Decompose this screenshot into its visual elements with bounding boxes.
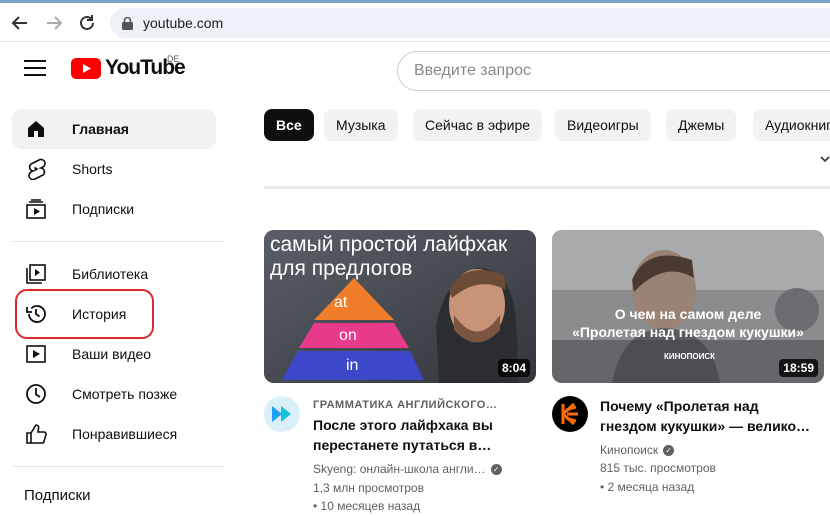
- sidebar-item-home[interactable]: Главная: [12, 109, 216, 149]
- browser-toolbar: youtube.com: [0, 0, 830, 42]
- thumbnail-text-line: самый простой лайфхак: [270, 233, 508, 256]
- youtube-play-icon: [71, 57, 101, 79]
- liked-icon: [24, 422, 48, 446]
- channel-name[interactable]: Кинопоиск ✓: [600, 441, 675, 459]
- youtube-logo[interactable]: YouTube DE: [71, 54, 186, 80]
- view-count: 1,3 млн просмотров: [313, 481, 424, 495]
- channel-name-text: Skyeng: онлайн-школа англи…: [313, 462, 486, 476]
- sidebar-section-heading: Подписки: [24, 487, 91, 504]
- sidebar-item-subscriptions[interactable]: Подписки: [12, 189, 216, 229]
- sidebar-item-your-videos[interactable]: Ваши видео: [12, 334, 216, 374]
- sidebar-item-label: Смотреть позже: [72, 386, 178, 402]
- sidebar-item-shorts[interactable]: Shorts: [12, 149, 216, 189]
- verified-icon: ✓: [663, 445, 675, 457]
- upload-age: • 10 месяцев назад: [313, 499, 421, 513]
- library-icon: [24, 262, 48, 286]
- verified-icon: ✓: [490, 464, 502, 476]
- video-title-line: гнездом кукушки» — велико…: [600, 418, 811, 434]
- thumbnail-text-line: «Пролетая над гнездом кукушки»: [572, 324, 804, 340]
- country-code: DE: [167, 54, 180, 64]
- thumbnail-text-line: для предлогов: [270, 257, 413, 280]
- chips-divider: [264, 186, 830, 189]
- channel-avatar[interactable]: [552, 396, 588, 432]
- sidebar-item-label: Библиотека: [72, 266, 149, 282]
- chevron-down-icon[interactable]: [820, 150, 830, 168]
- video-duration: 18:59: [779, 359, 818, 377]
- sidebar-item-label: Главная: [72, 121, 129, 137]
- masthead: YouTube DE Введите запрос: [0, 42, 830, 100]
- sidebar-item-liked[interactable]: Понравившиеся: [12, 414, 216, 454]
- url-text: youtube.com: [143, 15, 224, 31]
- video-duration: 8:04: [497, 359, 530, 377]
- channel-avatar[interactable]: [264, 396, 300, 432]
- channel-topic-label[interactable]: ГРАММАТИКА АНГЛИЙСКОГО…: [313, 396, 497, 414]
- skyeng-logo-icon: [272, 406, 291, 422]
- pyramid-label: in: [346, 357, 359, 374]
- lock-icon: [122, 16, 133, 30]
- back-icon[interactable]: [8, 11, 32, 35]
- thumbnail-caption: самый простой лайфхак для предлогов: [270, 233, 507, 281]
- chip-videogames[interactable]: Видеоигры: [555, 109, 651, 141]
- search-placeholder: Введите запрос: [414, 62, 531, 79]
- thumbnail-caption: О чем на самом деле «Пролетая над гнездо…: [552, 305, 824, 341]
- sidebar-item-label: Подписки: [72, 201, 135, 217]
- kinopoisk-logo-icon: [561, 402, 578, 426]
- menu-icon[interactable]: [24, 60, 46, 78]
- video-title-line: перестанете путаться в…: [313, 437, 492, 453]
- chip-all[interactable]: Все: [264, 109, 314, 141]
- view-count: 815 тыс. просмотров: [600, 461, 716, 475]
- video-title-line: После этого лайфхака вы: [313, 417, 493, 433]
- sidebar-item-label: Ваши видео: [72, 346, 152, 362]
- chip-audiobooks[interactable]: Аудиокниги: [753, 109, 830, 141]
- search-input[interactable]: Введите запрос: [397, 51, 830, 91]
- video-thumbnail[interactable]: самый простой лайфхак для предлогов at o…: [264, 230, 536, 383]
- reload-icon[interactable]: [75, 11, 99, 35]
- shorts-icon: [24, 157, 48, 181]
- video-thumbnail[interactable]: О чем на самом деле «Пролетая над гнездо…: [552, 230, 824, 383]
- video-title[interactable]: Почему «Пролетая над гнездом кукушки» — …: [600, 396, 810, 436]
- address-bar[interactable]: youtube.com: [110, 8, 830, 38]
- upload-age: • 2 месяца назад: [600, 480, 695, 494]
- channel-name-text: Кинопоиск: [600, 443, 659, 457]
- sidebar-divider: [12, 466, 224, 467]
- home-icon: [24, 117, 48, 141]
- sidebar-divider: [12, 241, 224, 242]
- video-title-line: Почему «Пролетая над: [600, 398, 759, 414]
- sidebar-item-label: Shorts: [72, 161, 113, 177]
- pyramid-label: on: [339, 327, 357, 344]
- pyramid-label: at: [334, 294, 348, 311]
- history-highlight-annotation: [15, 289, 154, 339]
- chip-live[interactable]: Сейчас в эфире: [413, 109, 543, 141]
- thumbnail-brand: КИНОПОИСК: [664, 352, 716, 361]
- chip-jams[interactable]: Джемы: [666, 109, 737, 141]
- video-title[interactable]: После этого лайфхака вы перестанете пута…: [313, 415, 493, 455]
- chip-music[interactable]: Музыка: [324, 109, 398, 141]
- forward-icon[interactable]: [42, 11, 66, 35]
- your-videos-icon: [24, 342, 48, 366]
- thumbnail-text-line: О чем на самом деле: [614, 306, 762, 322]
- watch-later-icon: [24, 382, 48, 406]
- subscriptions-icon: [24, 197, 48, 221]
- channel-name[interactable]: Skyeng: онлайн-школа англи… ✓: [313, 460, 502, 478]
- sidebar-item-label: Понравившиеся: [72, 426, 178, 442]
- sidebar-item-library[interactable]: Библиотека: [12, 254, 216, 294]
- sidebar-item-watch-later[interactable]: Смотреть позже: [12, 374, 216, 414]
